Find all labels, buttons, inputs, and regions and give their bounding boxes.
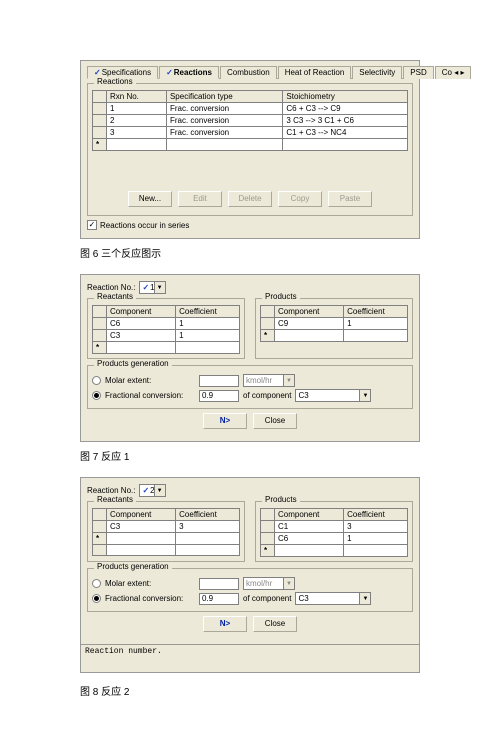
molar-extent-radio[interactable]	[92, 579, 101, 588]
table-row[interactable]: C91	[261, 318, 408, 330]
of-component-combo[interactable]: C3▼	[295, 592, 371, 605]
table-row[interactable]: C61	[93, 318, 240, 330]
tab-strip: ✓Specifications ✓Reactions Combustion He…	[87, 65, 413, 79]
table-row[interactable]: *	[93, 139, 408, 151]
table-row[interactable]: C33	[93, 521, 240, 533]
frac-conversion-field[interactable]: 0.9	[199, 593, 239, 605]
reactants-group: Reactants ComponentCoefficient C33 *	[87, 501, 245, 562]
of-component-combo[interactable]: C3▼	[295, 389, 371, 402]
figure8-panel: Reaction No.: ✓2 ▼ Reactants ComponentCo…	[80, 477, 420, 645]
molar-extent-field[interactable]	[199, 578, 239, 590]
delete-button[interactable]: Delete	[228, 191, 272, 207]
tab-co[interactable]: Co ◂ ▸	[435, 66, 472, 79]
next-button[interactable]: N>	[203, 616, 247, 632]
close-button[interactable]: Close	[253, 616, 297, 632]
new-button[interactable]: New...	[128, 191, 172, 207]
products-generation-group: Products generation Molar extent: kmol/h…	[87, 365, 413, 409]
col-stoi: Stoichiometry	[283, 91, 408, 103]
status-bar: Reaction number.	[80, 645, 420, 673]
copy-button[interactable]: Copy	[278, 191, 322, 207]
table-row[interactable]: *	[93, 342, 240, 354]
edit-button[interactable]: Edit	[178, 191, 222, 207]
tab-heat[interactable]: Heat of Reaction	[278, 66, 352, 79]
products-table: ComponentCoefficient C13 C61 *	[260, 508, 408, 557]
molar-extent-radio[interactable]	[92, 376, 101, 385]
table-row[interactable]: *	[261, 545, 408, 557]
table-row[interactable]: *	[93, 533, 240, 545]
reaction-no-label: Reaction No.:	[87, 486, 135, 495]
figure7-caption: 图 7 反应 1	[80, 448, 420, 463]
tab-combustion[interactable]: Combustion	[220, 66, 277, 79]
reactants-table: ComponentCoefficient C33 *	[92, 508, 240, 556]
figure7-panel: Reaction No.: ✓1 ▼ Reactants ComponentCo…	[80, 274, 420, 442]
table-row[interactable]: C13	[261, 521, 408, 533]
chevron-down-icon: ▼	[283, 375, 294, 386]
frac-conversion-radio[interactable]	[92, 391, 101, 400]
figure6-panel: ✓Specifications ✓Reactions Combustion He…	[80, 60, 420, 239]
frac-conversion-radio[interactable]	[92, 594, 101, 603]
paste-button[interactable]: Paste	[328, 191, 372, 207]
products-generation-group: Products generation Molar extent: kmol/h…	[87, 568, 413, 612]
table-row[interactable]: 2 Frac. conversion 3 C3 --> 3 C1 + C6	[93, 115, 408, 127]
reactions-group: Reactions Rxn No. Specification type Sto…	[87, 83, 413, 216]
table-row[interactable]: 3 Frac. conversion C1 + C3 --> NC4	[93, 127, 408, 139]
figure6-caption: 图 6 三个反应图示	[80, 245, 420, 260]
close-button[interactable]: Close	[253, 413, 297, 429]
chevron-down-icon: ▼	[359, 390, 370, 401]
table-row[interactable]: C31	[93, 330, 240, 342]
tab-reactions[interactable]: ✓Reactions	[159, 66, 219, 79]
table-row[interactable]: *	[261, 330, 408, 342]
reaction-no-select[interactable]: ✓1 ▼	[139, 281, 165, 294]
products-table: ComponentCoefficient C91 *	[260, 305, 408, 342]
chevron-down-icon: ▼	[154, 485, 165, 496]
products-group: Products ComponentCoefficient C13 C61 *	[255, 501, 413, 562]
reaction-no-label: Reaction No.:	[87, 283, 135, 292]
tab-psd[interactable]: PSD	[403, 66, 433, 79]
tab-selectivity[interactable]: Selectivity	[352, 66, 402, 79]
reactions-table: Rxn No. Specification type Stoichiometry…	[92, 90, 408, 151]
series-checkbox[interactable]: ✓	[87, 220, 97, 230]
molar-unit-combo[interactable]: kmol/hr▼	[243, 374, 295, 387]
series-label: Reactions occur in series	[100, 221, 189, 230]
chevron-down-icon: ▼	[283, 578, 294, 589]
col-rxn: Rxn No.	[107, 91, 167, 103]
frac-conversion-field[interactable]: 0.9	[199, 390, 239, 402]
reaction-no-select[interactable]: ✓2 ▼	[139, 484, 165, 497]
figure8-caption: 图 8 反应 2	[80, 683, 420, 698]
chevron-down-icon: ▼	[154, 282, 165, 293]
molar-extent-field[interactable]	[199, 375, 239, 387]
chevron-down-icon: ▼	[359, 593, 370, 604]
table-row[interactable]: C61	[261, 533, 408, 545]
products-group: Products ComponentCoefficient C91 *	[255, 298, 413, 359]
reactants-table: ComponentCoefficient C61 C31 *	[92, 305, 240, 354]
col-spec: Specification type	[166, 91, 282, 103]
reactions-group-title: Reactions	[94, 77, 136, 86]
table-row[interactable]: 1 Frac. conversion C6 + C3 --> C9	[93, 103, 408, 115]
molar-unit-combo[interactable]: kmol/hr▼	[243, 577, 295, 590]
reactants-group: Reactants ComponentCoefficient C61 C31 *	[87, 298, 245, 359]
next-button[interactable]: N>	[203, 413, 247, 429]
